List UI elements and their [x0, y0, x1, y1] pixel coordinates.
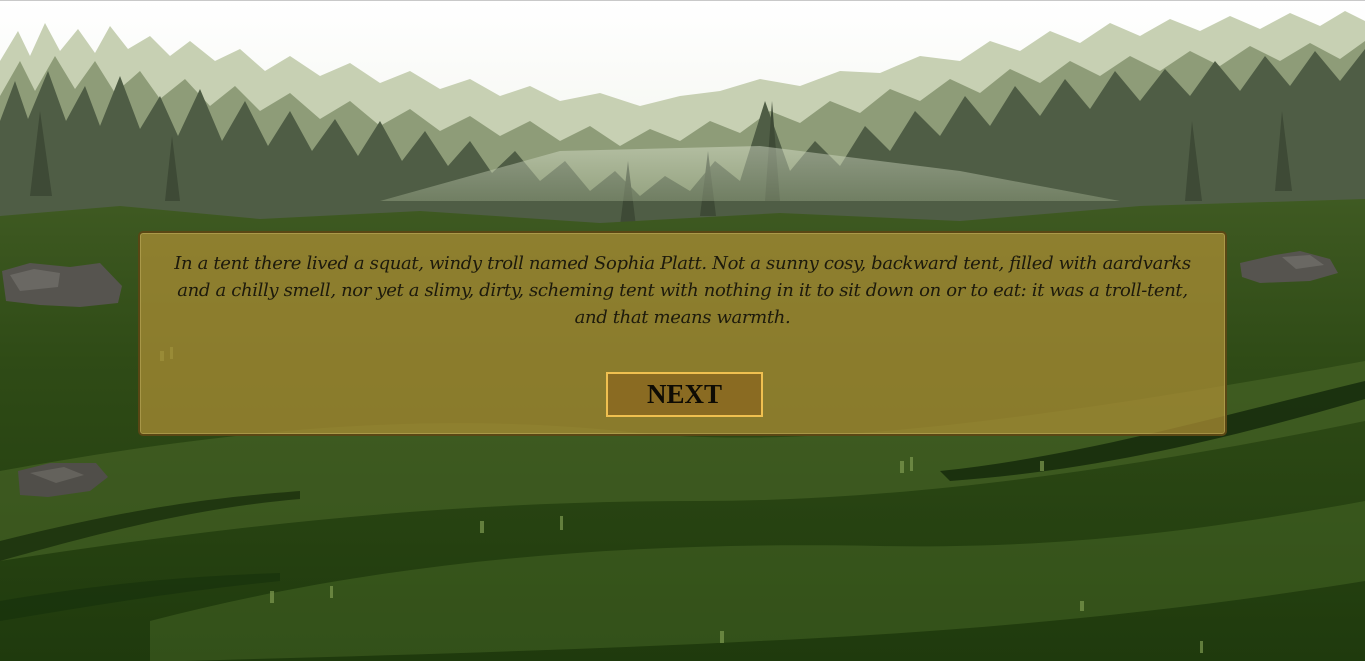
story-text: In a tent there lived a squat, windy tro… — [174, 253, 1191, 328]
game-scene: In a tent there lived a squat, windy tro… — [0, 0, 1365, 661]
story-dialog: In a tent there lived a squat, windy tro… — [138, 231, 1227, 436]
next-button[interactable]: NEXT — [606, 372, 763, 417]
